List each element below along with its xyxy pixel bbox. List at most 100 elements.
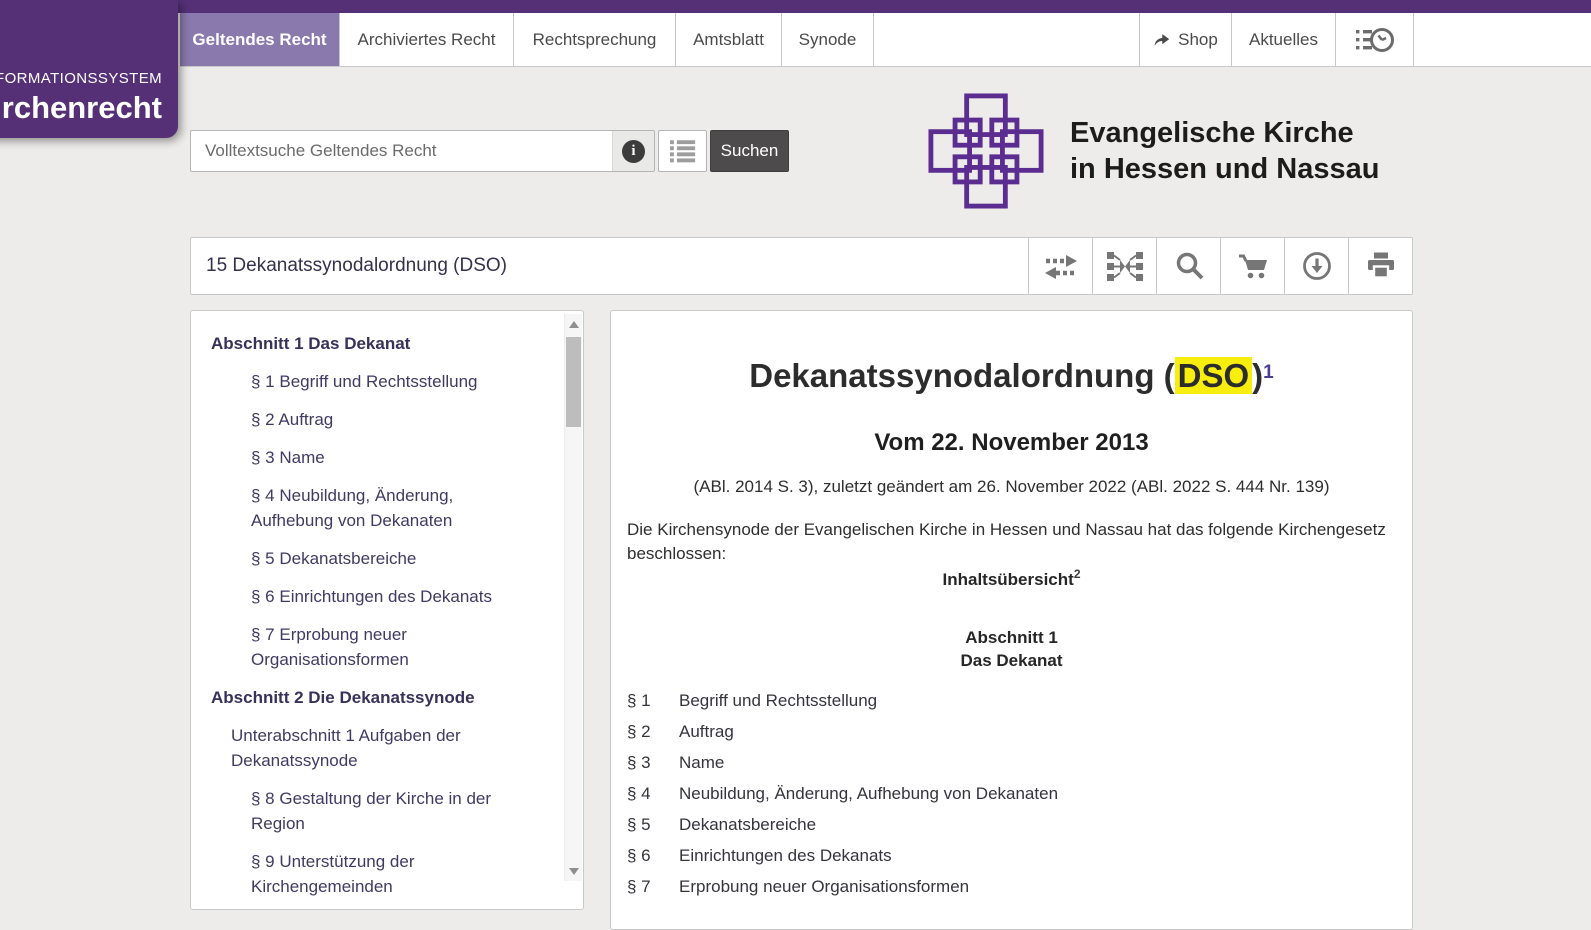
section-heading-line1: Abschnitt 1 xyxy=(965,628,1058,647)
scrollbar-thumb[interactable] xyxy=(566,337,581,427)
nav-spacer xyxy=(874,13,1140,66)
toc-sidebar: Abschnitt 1 Das Dekanat § 1 Begriff und R… xyxy=(190,310,584,910)
scrollbar-up-button[interactable] xyxy=(565,314,582,334)
cart-icon xyxy=(1238,254,1267,278)
section-heading: Abschnitt 1 Das Dekanat xyxy=(627,626,1396,672)
tab-rechtsprechung[interactable]: Rechtsprechung xyxy=(514,13,676,66)
paragraph-title: Auftrag xyxy=(679,722,734,741)
paragraph-row: § 1 Begriff und Rechtsstellung xyxy=(627,690,1396,712)
download-button[interactable] xyxy=(1284,238,1348,294)
org-name-line2: in Hessen und Nassau xyxy=(1070,153,1380,185)
shop-arrow-icon xyxy=(1154,34,1170,46)
paragraph-title: Erprobung neuer Organisationsformen xyxy=(679,877,970,896)
main-tabs: Geltendes Recht Archiviertes Recht Rechtsp… xyxy=(180,13,874,66)
overview-heading-text: Inhaltsübersicht xyxy=(942,570,1074,589)
paragraph-title: Einrichtungen des Dekanats xyxy=(679,846,892,865)
scrollbar-down-button[interactable] xyxy=(565,861,582,881)
search-options-button[interactable] xyxy=(658,130,707,172)
paragraph-row: § 3 Name xyxy=(627,752,1396,774)
law-title-highlight: DSO xyxy=(1174,357,1253,394)
paragraph-number: § 6 xyxy=(627,846,651,865)
top-accent-bar xyxy=(0,0,1591,13)
nav-shop-label: Shop xyxy=(1178,29,1218,49)
paragraph-number: § 3 xyxy=(627,753,651,772)
nav-aktuelles-label: Aktuelles xyxy=(1249,29,1318,49)
toc-item[interactable]: § 8 Gestaltung der Kirche in der Region xyxy=(211,786,539,836)
ekhn-logo[interactable]: Evangelische Kirche in Hessen und Nassau xyxy=(928,93,1379,209)
toc-item[interactable]: § 1 Begriff und Rechtsstellung xyxy=(211,369,539,394)
law-date: Vom 22. November 2013 xyxy=(874,429,1149,456)
download-icon xyxy=(1302,252,1331,280)
search-input[interactable] xyxy=(191,131,612,171)
search-icon xyxy=(1176,252,1203,280)
toc-item[interactable]: Unterabschnitt 1 Aufgaben der Dekanatssy… xyxy=(211,723,539,773)
paragraph-number: § 5 xyxy=(627,815,651,834)
printer-icon xyxy=(1367,252,1394,279)
paragraph-row: § 2 Auftrag xyxy=(627,721,1396,743)
ekhn-cross-icon xyxy=(928,93,1044,209)
compare-arrows-icon xyxy=(1044,254,1077,279)
footnote-2-link[interactable]: 2 xyxy=(1074,567,1081,581)
compare-versions-button[interactable] xyxy=(1028,238,1092,294)
toc-item[interactable]: § 9 Unterstützung der Kirchengemeinden xyxy=(211,849,539,899)
search-submit-button[interactable]: Suchen xyxy=(710,130,789,172)
org-name-line1: Evangelische Kirche xyxy=(1070,117,1354,149)
info-icon: i xyxy=(622,139,645,163)
tab-synode[interactable]: Synode xyxy=(782,13,874,66)
fulltext-search: i xyxy=(190,130,655,172)
paragraph-row: § 7 Erprobung neuer Organisationsformen xyxy=(627,876,1396,898)
paragraph-list: § 1 Begriff und Rechtsstellung § 2 Auftrag §… xyxy=(627,690,1396,898)
toc-item[interactable]: § 6 Einrichtungen des Dekanats xyxy=(211,584,539,609)
document-title: 15 Dekanatssynodalordnung (DSO) xyxy=(206,255,508,276)
nav-shop[interactable]: Shop xyxy=(1140,13,1232,66)
toc-item[interactable]: § 3 Name xyxy=(211,445,539,470)
org-name: Evangelische Kirche in Hessen und Nassau xyxy=(1070,115,1379,187)
paragraph-number: § 4 xyxy=(627,784,651,803)
tab-archiviertes-recht[interactable]: Archiviertes Recht xyxy=(340,13,514,66)
list-icon xyxy=(669,139,695,162)
footnote-1-link[interactable]: 1 xyxy=(1263,362,1274,383)
synopsis-icon xyxy=(1106,251,1143,281)
law-title: Dekanatssynodalordnung (DSO)1 xyxy=(627,357,1396,395)
document-content: Dekanatssynodalordnung (DSO)1 Vom 22. No… xyxy=(610,310,1413,930)
print-button[interactable] xyxy=(1348,238,1412,294)
cart-button[interactable] xyxy=(1220,238,1284,294)
nav-rest xyxy=(1414,13,1591,66)
toc-item[interactable]: Abschnitt 2 Die Dekanatssynode xyxy=(211,685,539,710)
paragraph-row: § 5 Dekanatsbereiche xyxy=(627,814,1396,836)
toc-scrollbar[interactable] xyxy=(564,314,582,881)
paragraph-number: § 2 xyxy=(627,722,651,741)
document-search-button[interactable] xyxy=(1156,238,1220,294)
law-title-post: ) xyxy=(1252,357,1264,394)
overview-heading: Inhaltsübersicht2 xyxy=(627,567,1396,590)
nav-aktuelles[interactable]: Aktuelles xyxy=(1232,13,1336,66)
toc-item[interactable]: Abschnitt 1 Das Dekanat xyxy=(211,331,539,356)
system-name: rchenrecht xyxy=(1,90,162,125)
law-reference: (ABl. 2014 S. 3), zuletzt geändert am 26… xyxy=(693,477,1330,496)
paragraph-title: Dekanatsbereiche xyxy=(679,815,817,834)
paragraph-title: Neubildung, Änderung, Aufhebung von Deka… xyxy=(679,784,1059,803)
tab-geltendes-recht[interactable]: Geltendes Recht xyxy=(180,13,340,66)
document-bar: 15 Dekanatssynodalordnung (DSO) xyxy=(190,237,1413,295)
synopsis-button[interactable] xyxy=(1092,238,1156,294)
system-label: INFORMATIONSSYSTEM xyxy=(0,70,162,87)
paragraph-row: § 4 Neubildung, Änderung, Aufhebung von D… xyxy=(627,783,1396,805)
section-heading-line2: Das Dekanat xyxy=(960,651,1063,670)
law-intro: Die Kirchensynode der Evangelischen Kirc… xyxy=(627,520,1386,563)
main-nav: Geltendes Recht Archiviertes Recht Rechtsp… xyxy=(180,13,1591,67)
paragraph-title: Begriff und Rechtsstellung xyxy=(679,691,878,710)
paragraph-row: § 6 Einrichtungen des Dekanats xyxy=(627,845,1396,867)
paragraph-number: § 7 xyxy=(627,877,651,896)
search-info-button[interactable]: i xyxy=(612,131,654,171)
paragraph-title: Name xyxy=(679,753,725,772)
kirchenrecht-home-logo[interactable]: INFORMATIONSSYSTEM rchenrecht xyxy=(0,0,178,138)
toc-item[interactable]: § 7 Erprobung neuer Organisationsformen xyxy=(211,622,539,672)
toc-item[interactable]: § 2 Auftrag xyxy=(211,407,539,432)
toc-item[interactable]: § 4 Neubildung, Änderung, Aufhebung von … xyxy=(211,483,539,533)
tab-amtsblatt[interactable]: Amtsblatt xyxy=(676,13,782,66)
history-list-clock-icon xyxy=(1355,27,1394,52)
toc-item[interactable]: § 5 Dekanatsbereiche xyxy=(211,546,539,571)
nav-history[interactable] xyxy=(1336,13,1414,66)
triangle-down-icon xyxy=(568,867,579,875)
law-title-pre: Dekanatssynodalordnung ( xyxy=(749,357,1175,394)
